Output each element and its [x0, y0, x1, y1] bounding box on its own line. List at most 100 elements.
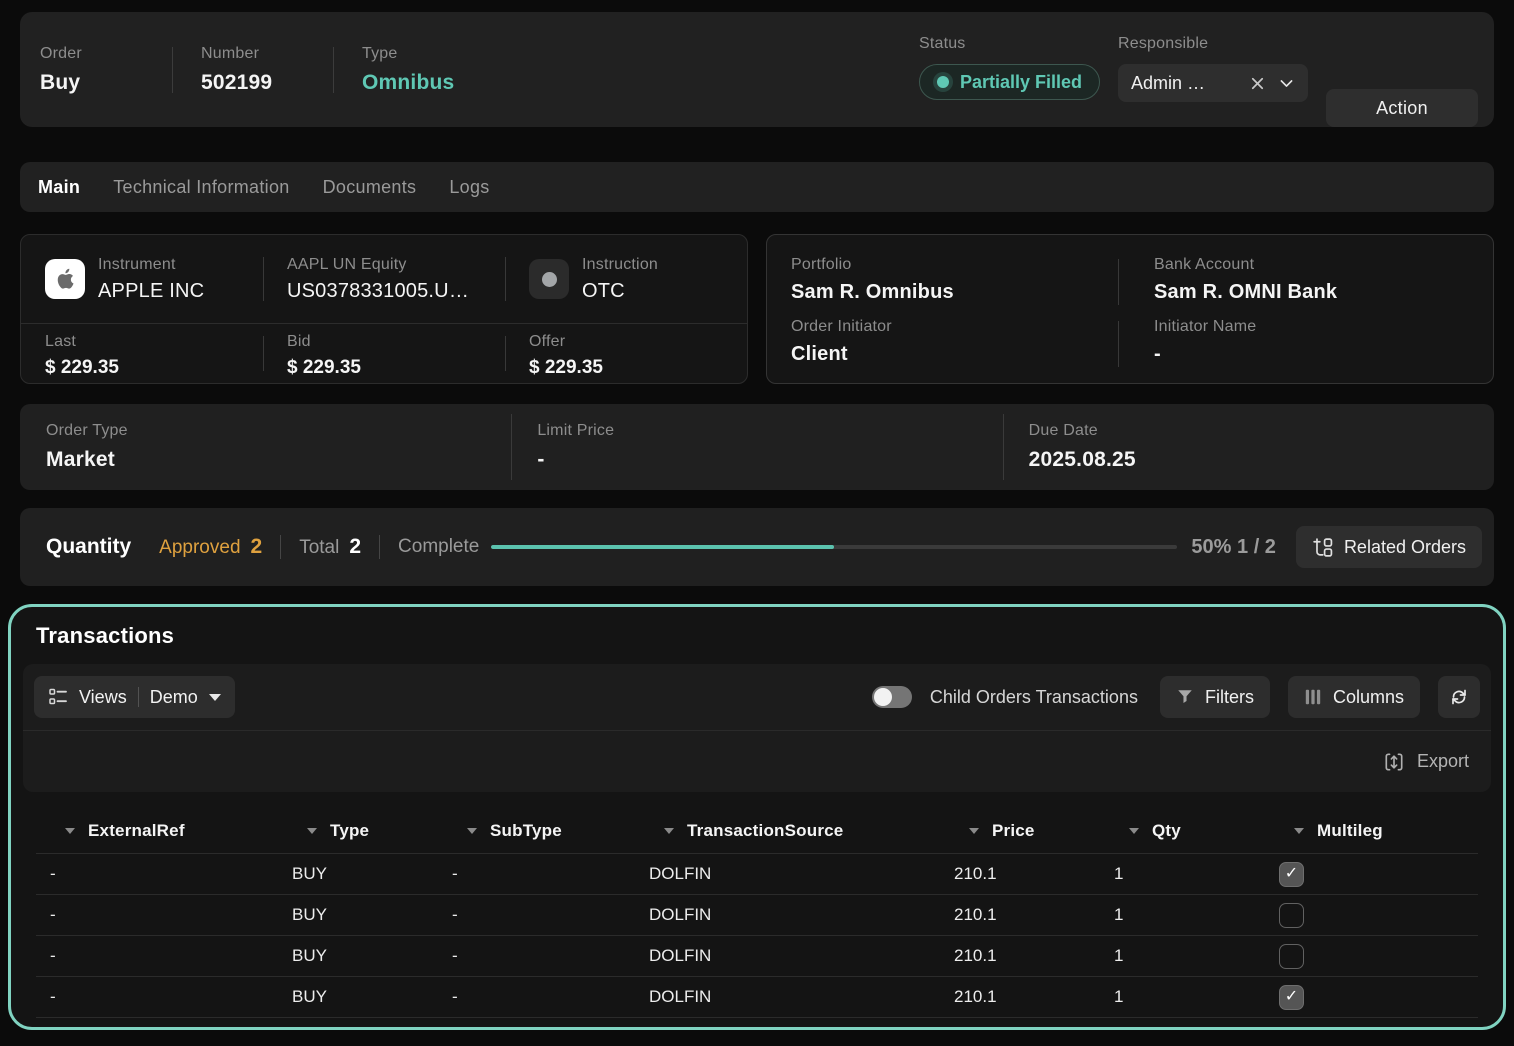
multileg-checkbox[interactable]: ✓	[1279, 903, 1304, 928]
instruction-label: Instruction	[582, 256, 658, 274]
bank-account-label: Bank Account	[1154, 256, 1493, 274]
refresh-button[interactable]	[1438, 676, 1480, 718]
instrument-name: APPLE INC	[98, 280, 204, 303]
portfolio-field: Portfolio Sam R. Omnibus	[767, 249, 1130, 311]
column-header-multileg[interactable]: Multileg	[1265, 821, 1478, 841]
table-row[interactable]: - BUY - DOLFIN 210.1 1 ✓	[36, 854, 1478, 895]
dropdown-triangle-icon	[209, 694, 221, 701]
order-type-detail-label: Order Type	[46, 422, 511, 440]
total-label: Total	[299, 537, 339, 559]
due-date-label: Due Date	[1029, 422, 1494, 440]
transactions-toolbar: Views Demo Child Orders Transactions Fil	[23, 664, 1491, 730]
order-details-strip: Order Type Market Limit Price - Due Date…	[20, 404, 1494, 490]
export-icon[interactable]	[1383, 751, 1405, 773]
child-orders-toggle-label: Child Orders Transactions	[930, 687, 1138, 708]
columns-button[interactable]: Columns	[1288, 676, 1420, 718]
export-label[interactable]: Export	[1417, 751, 1469, 772]
column-menu-icon	[467, 828, 477, 834]
cell-qty: 1	[1100, 987, 1265, 1007]
multileg-checkbox[interactable]: ✓	[1279, 862, 1304, 887]
filter-funnel-icon	[1176, 688, 1194, 706]
divider	[280, 535, 281, 559]
divider	[333, 47, 334, 93]
column-header-externalref[interactable]: ExternalRef	[36, 821, 278, 841]
clear-icon[interactable]	[1249, 75, 1266, 92]
total-value: 2	[349, 535, 361, 559]
toolbar-right-cluster: Child Orders Transactions Filters	[872, 676, 1480, 718]
transactions-toolbar-block: Views Demo Child Orders Transactions Fil	[23, 664, 1491, 792]
cell-type: BUY	[278, 905, 438, 925]
status-block: Status Partially Filled	[919, 35, 1100, 127]
column-header-qty[interactable]: Qty	[1100, 821, 1265, 841]
initiator-name-field: Initiator Name -	[1130, 311, 1493, 373]
cell-subtype: -	[438, 905, 635, 925]
approved-value: 2	[251, 535, 263, 559]
bank-account-field: Bank Account Sam R. OMNI Bank	[1130, 249, 1493, 311]
divider	[138, 687, 139, 707]
approved-label: Approved	[159, 537, 240, 559]
responsible-label: Responsible	[1118, 35, 1308, 53]
order-type-field: Type Omnibus	[358, 45, 470, 95]
filters-button[interactable]: Filters	[1160, 676, 1270, 718]
responsible-select[interactable]: Admin …	[1118, 64, 1308, 102]
last-label: Last	[45, 333, 76, 351]
column-menu-icon	[1294, 828, 1304, 834]
order-initiator-label: Order Initiator	[791, 318, 1130, 336]
column-header-type[interactable]: Type	[278, 821, 438, 841]
portfolio-value: Sam R. Omnibus	[791, 281, 1130, 304]
table-row[interactable]: - BUY - DOLFIN 210.1 1 ✓	[36, 895, 1478, 936]
table-row[interactable]: - BUY - DOLFIN 210.1 1 ✓	[36, 977, 1478, 1018]
multileg-checkbox[interactable]: ✓	[1279, 944, 1304, 969]
status-dot-icon	[937, 76, 949, 88]
info-cards-row: Instrument APPLE INC AAPL UN Equity US03…	[20, 234, 1494, 384]
instruction-cell: Instruction OTC	[505, 235, 747, 323]
cell-externalref: -	[36, 987, 278, 1007]
status-label: Status	[919, 35, 1100, 53]
column-header-transactionsource[interactable]: TransactionSource	[635, 821, 940, 841]
limit-price-value: -	[537, 448, 1002, 472]
table-row[interactable]: - BUY - DOLFIN 210.1 1 ✓	[36, 936, 1478, 977]
last-value: $ 229.35	[45, 357, 119, 379]
cell-type: BUY	[278, 987, 438, 1007]
cell-transactionsource: DOLFIN	[635, 946, 940, 966]
cell-price: 210.1	[940, 905, 1100, 925]
tab-technical-information[interactable]: Technical Information	[113, 177, 289, 198]
views-selector[interactable]: Views Demo	[34, 676, 235, 718]
instruction-icon	[529, 259, 569, 299]
complete-label: Complete	[398, 536, 479, 558]
bid-quote-cell: Bid $ 229.35	[263, 323, 505, 383]
total-pair: Total 2	[299, 535, 361, 559]
offer-value: $ 229.35	[529, 357, 603, 379]
cell-transactionsource: DOLFIN	[635, 987, 940, 1007]
progress-text: 50% 1 / 2	[1191, 536, 1276, 559]
order-side-field: Order Buy	[36, 45, 148, 95]
cell-transactionsource: DOLFIN	[635, 864, 940, 884]
chevron-down-icon[interactable]	[1278, 75, 1295, 92]
instrument-label: Instrument	[98, 256, 204, 274]
order-type-value: Omnibus	[362, 71, 466, 95]
selected-view-name: Demo	[150, 687, 198, 708]
apple-logo-icon	[45, 259, 85, 299]
divider	[379, 535, 380, 559]
column-header-subtype[interactable]: SubType	[438, 821, 635, 841]
due-date-value: 2025.08.25	[1029, 448, 1494, 472]
columns-label: Columns	[1333, 687, 1404, 708]
transactions-title: Transactions	[11, 607, 1503, 649]
cell-externalref: -	[36, 864, 278, 884]
cell-price: 210.1	[940, 864, 1100, 884]
cell-subtype: -	[438, 946, 635, 966]
tab-main[interactable]: Main	[38, 177, 80, 198]
tab-documents[interactable]: Documents	[323, 177, 417, 198]
order-number-label: Number	[201, 45, 305, 63]
order-type-label: Type	[362, 45, 466, 63]
limit-price-label: Limit Price	[537, 422, 1002, 440]
related-orders-button[interactable]: Related Orders	[1296, 526, 1482, 568]
last-quote-cell: Last $ 229.35	[21, 323, 263, 383]
column-header-price[interactable]: Price	[940, 821, 1100, 841]
multileg-checkbox[interactable]: ✓	[1279, 985, 1304, 1010]
action-button[interactable]: Action	[1326, 89, 1478, 127]
tab-logs[interactable]: Logs	[449, 177, 489, 198]
child-orders-toggle[interactable]	[872, 686, 912, 708]
quantity-strip: Quantity Approved 2 Total 2 Complete 50%…	[20, 508, 1494, 586]
status-text: Partially Filled	[960, 72, 1082, 93]
